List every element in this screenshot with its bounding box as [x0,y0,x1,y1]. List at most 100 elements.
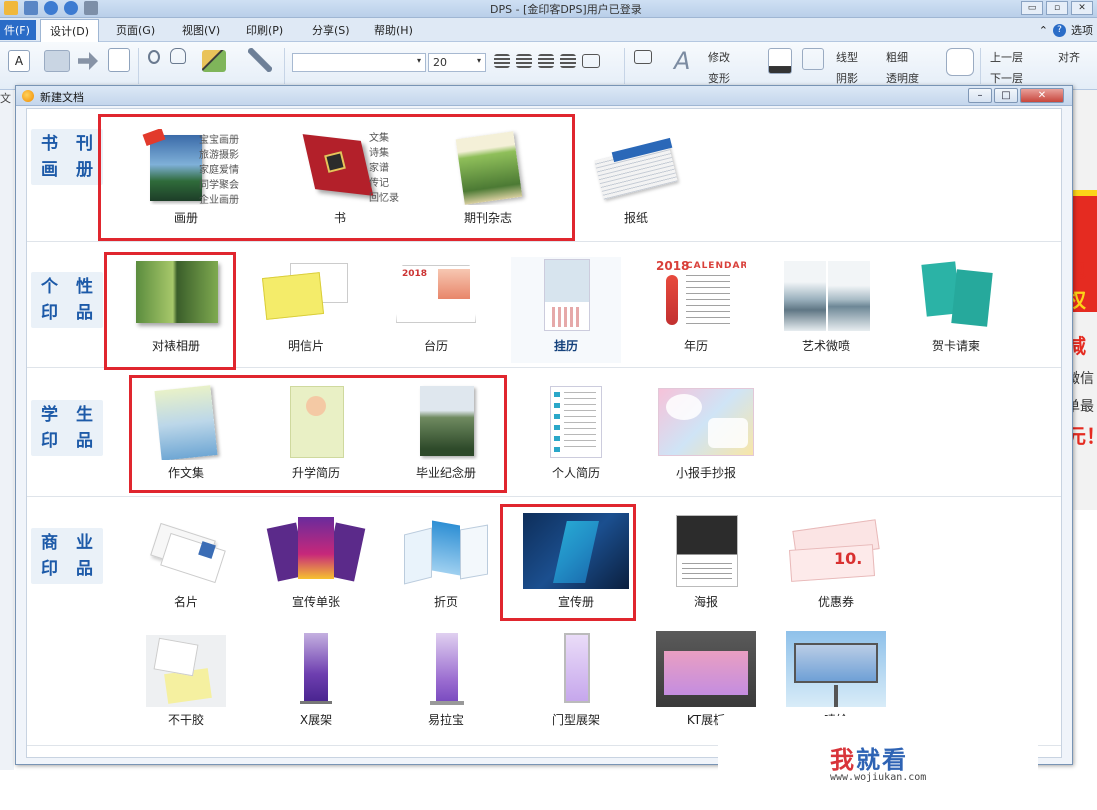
open-icon[interactable] [4,1,18,15]
menu-print[interactable]: 印刷(P) [246,22,283,38]
template-caption: 名片 [173,595,198,609]
font-family-select[interactable]: ▾ [292,53,426,72]
app-minimize-button[interactable]: ▭ [1021,1,1043,15]
template-year-calendar[interactable]: 2018 CALENDAR 年历 [641,257,751,354]
hand-icon[interactable] [170,48,186,64]
app-close-button[interactable]: ✕ [1071,1,1093,15]
arrow-icon[interactable] [78,52,98,70]
template-caption: 海报 [693,595,718,609]
dialog-maximize-button[interactable]: □ [994,88,1018,103]
category-label-line: 学 生 [41,405,99,425]
thickness-label[interactable]: 粗细 [886,49,908,65]
menu-file[interactable]: 件(F) [0,20,36,40]
template-brochure[interactable]: 宣传册 [521,513,631,610]
menu-view[interactable]: 视图(V) [182,22,220,38]
image-icon[interactable] [44,50,70,72]
undo-icon[interactable] [44,1,58,15]
template-business-card[interactable]: 名片 [131,513,241,610]
template-caption: 画册 [173,211,198,225]
template-newspaper[interactable]: 报纸 [581,129,691,226]
postcard-thumbnail [256,257,356,333]
calendar-year-text: 2018 [402,269,428,279]
menu-page[interactable]: 页面(G) [116,22,155,38]
category-personal[interactable]: 个 性 印 品 [31,272,103,328]
font-size-value: 20 [433,56,447,69]
template-caption: 期刊杂志 [463,211,512,225]
transform-label[interactable]: 变形 [708,70,730,86]
pen-icon[interactable] [248,48,272,72]
menu-help[interactable]: 帮助(H) [374,22,413,38]
ribbon: A ▾ 20 ▾ A 修改 变形 线型 粗细 阴影 透明度 上一层 下一层 对齐 … [0,42,1097,105]
fill-icon[interactable] [768,48,792,74]
align-center-icon[interactable] [516,54,532,68]
template-desk-calendar[interactable]: 2018 台历 [381,257,491,354]
align-left-icon[interactable] [494,54,510,68]
template-flyer[interactable]: 宣传单张 [261,513,371,610]
template-magazine[interactable]: 期刊杂志 [433,129,543,226]
template-x-banner[interactable]: X展架 [261,631,371,728]
dialog-close-button[interactable]: ✕ [1020,88,1064,103]
template-greeting-card[interactable]: 贺卡请柬 [901,257,1011,354]
redo-icon[interactable] [64,1,78,15]
line-type-label[interactable]: 线型 [836,49,858,65]
template-kt-board[interactable]: KT展板 [651,631,761,728]
grid-icon[interactable] [108,48,130,72]
category-books[interactable]: 书 刊 画 册 [31,129,103,185]
text-box-icon[interactable]: A [8,50,30,72]
screen: DPS - [金印客DPS]用户已登录 ▭ ▫ ✕ 件(F) 设计(D) 页面(… [0,0,1097,810]
template-art-print[interactable]: 艺术微喷 [771,257,881,354]
template-door-frame-stand[interactable]: 门型展架 [521,631,631,728]
template-personal-resume[interactable]: 个人简历 [521,384,631,481]
template-graduation-book[interactable]: 毕业纪念册 [391,384,501,481]
template-wall-calendar[interactable]: 挂历 [511,257,621,363]
send-backward-label[interactable]: 下一层 [990,70,1023,86]
text-art-icon[interactable]: A [674,48,698,74]
app-title: DPS - [金印客DPS]用户已登录 [490,3,642,16]
template-handwritten-newspaper[interactable]: 小报手抄报 [651,384,761,481]
align-right-icon[interactable] [538,54,554,68]
collapse-ribbon-icon[interactable]: ⌃ [1039,24,1048,37]
justify-icon[interactable] [560,54,576,68]
dialog-titlebar: 新建文档 – □ ✕ [16,86,1072,106]
help-icon[interactable]: ? [1053,23,1066,37]
print-icon[interactable] [84,1,98,15]
template-billboard[interactable]: 喷绘 [781,631,891,728]
template-sticker[interactable]: 不干胶 [131,631,241,728]
greeting-card-thumbnail [906,257,1006,333]
template-caption: 易拉宝 [427,713,464,727]
template-folding-leaflet[interactable]: 折页 [391,513,501,610]
quick-access-toolbar [4,1,98,15]
dialog-minimize-button[interactable]: – [968,88,992,103]
app-maximize-button[interactable]: ▫ [1046,1,1068,15]
save-icon[interactable] [24,1,38,15]
menu-share[interactable]: 分享(S) [312,22,350,38]
template-caption: 报纸 [623,211,648,225]
columns-icon[interactable] [582,54,600,68]
shape-style-swatch[interactable] [946,48,974,76]
category-student[interactable]: 学 生 印 品 [31,400,103,456]
template-coupon[interactable]: 10. 优惠券 [781,513,891,610]
font-size-select[interactable]: 20 ▾ [428,53,486,72]
template-postcard[interactable]: 明信片 [251,257,361,354]
align-label[interactable]: 对齐 [1058,49,1080,65]
essay-collection-thumbnail [136,384,236,460]
crop-icon[interactable] [634,50,652,64]
template-essay-collection[interactable]: 作文集 [131,384,241,481]
template-caption: 贺卡请柬 [931,339,980,353]
options-menu[interactable]: 选项 [1071,22,1093,38]
outline-pen-icon[interactable] [802,48,824,70]
ruler-icon[interactable] [202,50,226,72]
opacity-label[interactable]: 透明度 [886,70,919,86]
menu-design[interactable]: 设计(D) [40,19,100,42]
category-label-line: 商 业 [41,533,99,553]
bring-forward-label[interactable]: 上一层 [990,49,1023,65]
template-poster[interactable]: 海报 [651,513,761,610]
template-roll-up-banner[interactable]: 易拉宝 [391,631,501,728]
shadow-label[interactable]: 阴影 [836,70,858,86]
left-panel-edge: 文 [0,90,14,770]
template-admission-resume[interactable]: 升学简历 [261,384,371,481]
edit-label[interactable]: 修改 [708,49,730,65]
category-business[interactable]: 商 业 印 品 [31,528,103,584]
template-layflat-album[interactable]: 对裱相册 [121,257,231,354]
cut-icon[interactable] [148,50,160,64]
